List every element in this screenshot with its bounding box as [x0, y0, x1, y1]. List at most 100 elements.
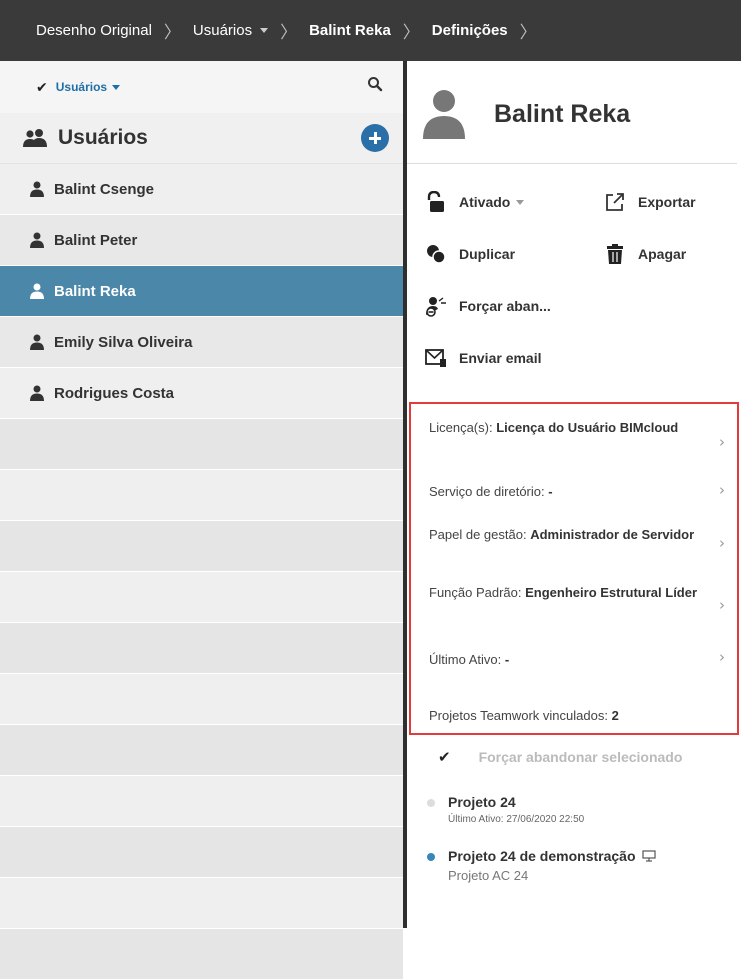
user-name: Emily Silva Oliveira: [54, 333, 193, 351]
activated-dropdown[interactable]: Ativado: [425, 191, 525, 213]
project-title: Projeto 24 de demonstração: [448, 848, 636, 864]
empty-row: [0, 674, 403, 725]
check-icon[interactable]: ✔: [438, 748, 451, 766]
license-value: Licença do Usuário BIMcloud: [496, 420, 679, 435]
chevron-down-icon: [112, 84, 121, 90]
empty-row: [0, 623, 403, 674]
breadcrumb-separator-icon: 〉: [163, 23, 181, 43]
breadcrumb-label: Usuários: [192, 22, 253, 39]
user-header: Balint Reka: [407, 61, 737, 164]
empty-row: [0, 419, 403, 470]
send-email-label: Enviar email: [459, 350, 542, 366]
chevron-right-icon[interactable]: ›: [719, 534, 725, 552]
person-icon: [30, 181, 44, 197]
linked-projects-value: 2: [611, 708, 619, 723]
monitor-icon: [641, 850, 656, 862]
user-name: Balint Reka: [54, 282, 136, 300]
directory-row[interactable]: Serviço de diretório: -: [429, 482, 719, 501]
breadcrumb: Desenho Original 〉 Usuários 〉 Balint Rek…: [0, 0, 741, 61]
chevron-right-icon[interactable]: ›: [719, 433, 725, 451]
force-leave-selected-button[interactable]: Forçar abandonar selecionado: [479, 749, 683, 765]
chevron-right-icon[interactable]: ›: [719, 596, 725, 614]
person-icon: [30, 283, 44, 299]
delete-button[interactable]: Apagar: [604, 243, 686, 265]
user-name: Rodrigues Costa: [54, 384, 175, 402]
empty-row: [0, 878, 403, 929]
email-icon: [425, 349, 446, 367]
user-list-item[interactable]: Balint Peter: [0, 215, 403, 266]
person-icon: [30, 385, 44, 401]
delete-label: Apagar: [638, 246, 687, 262]
users-section-header: Usuários: [0, 113, 403, 164]
project-list-item[interactable]: Projeto 24 Último Ativo: 27/06/2020 22:5…: [427, 794, 585, 825]
breadcrumb-separator-icon: 〉: [402, 23, 420, 43]
empty-row: [0, 929, 403, 980]
last-active-label: Último Ativo:: [429, 652, 505, 667]
unlock-icon: [427, 191, 444, 212]
duplicate-button[interactable]: Duplicar: [425, 243, 515, 265]
user-list-item[interactable]: Balint Csenge: [0, 164, 403, 215]
force-leave-button[interactable]: Forçar aban...: [425, 295, 551, 317]
duplicate-label: Duplicar: [459, 246, 516, 262]
empty-row: [0, 725, 403, 776]
project-title: Projeto 24: [448, 794, 516, 810]
person-icon: [30, 334, 44, 350]
default-role-row[interactable]: Função Padrão: Engenheiro Estrutural Líd…: [429, 583, 719, 602]
management-role-row[interactable]: Papel de gestão: Administrador de Servid…: [429, 525, 719, 544]
user-details-panel: Balint Reka Ativado Exportar Duplicar Ap…: [407, 61, 741, 928]
last-active-value: -: [504, 652, 510, 667]
management-value: Administrador de Servidor: [530, 527, 695, 542]
license-label: Licença(s):: [429, 420, 497, 435]
send-email-button[interactable]: Enviar email: [425, 347, 542, 369]
linked-projects-row: Projetos Teamwork vinculados: 2: [429, 706, 719, 725]
user-list-item[interactable]: Rodrigues Costa: [0, 368, 403, 419]
empty-row: [0, 827, 403, 878]
user-list: Balint Csenge Balint Peter Balint Reka E…: [0, 164, 403, 980]
license-row[interactable]: Licença(s): Licença do Usuário BIMcloud: [429, 418, 719, 437]
user-list-item-selected[interactable]: Balint Reka: [0, 266, 403, 317]
force-leave-icon: [426, 297, 446, 317]
project-list-item[interactable]: Projeto 24 de demonstração Projeto AC 24: [427, 848, 656, 883]
filter-label: Usuários: [55, 80, 108, 94]
empty-row: [0, 470, 403, 521]
directory-label: Serviço de diretório:: [429, 484, 549, 499]
force-leave-label: Forçar aban...: [459, 298, 551, 314]
section-title: Usuários: [58, 126, 148, 149]
default-role-value: Engenheiro Estrutural Líder: [525, 585, 698, 600]
breadcrumb-separator-icon: 〉: [519, 23, 537, 43]
chevron-right-icon[interactable]: ›: [719, 648, 725, 666]
project-subtitle: Projeto AC 24: [448, 868, 529, 883]
breadcrumb-item-usuarios[interactable]: Usuários: [192, 22, 269, 39]
breadcrumb-item-definicoes[interactable]: Definições: [432, 22, 508, 39]
person-icon: [30, 232, 44, 248]
export-button[interactable]: Exportar: [604, 191, 696, 213]
export-label: Exportar: [638, 194, 696, 210]
user-list-item[interactable]: Emily Silva Oliveira: [0, 317, 403, 368]
breadcrumb-item-desenho-original[interactable]: Desenho Original: [36, 22, 152, 39]
chevron-down-icon[interactable]: [260, 28, 269, 33]
linked-projects-label: Projetos Teamwork vinculados:: [429, 708, 612, 723]
user-name: Balint Csenge: [54, 180, 155, 198]
directory-value: -: [548, 484, 553, 499]
chevron-right-icon[interactable]: ›: [719, 481, 725, 499]
chevron-down-icon: [516, 199, 525, 205]
avatar: [423, 90, 465, 139]
last-active-row[interactable]: Último Ativo: -: [429, 650, 719, 669]
activated-label: Ativado: [459, 194, 511, 210]
breadcrumb-separator-icon: 〉: [280, 23, 298, 43]
project-title-row: Projeto 24 de demonstração: [448, 848, 656, 864]
project-subtitle: Último Ativo: 27/06/2020 22:50: [448, 814, 585, 825]
breadcrumb-item-user[interactable]: Balint Reka: [309, 22, 391, 39]
users-sidebar: ✔ Usuários Usuários Balint Csenge Balint…: [0, 61, 403, 980]
user-info-box: Licença(s): Licença do Usuário BIMcloud …: [409, 402, 739, 735]
default-role-label: Função Padrão:: [429, 585, 526, 600]
status-dot: [427, 853, 435, 861]
empty-row: [0, 776, 403, 827]
force-leave-selected-row: ✔ Forçar abandonar selecionado: [438, 748, 682, 766]
empty-row: [0, 572, 403, 623]
filter-dropdown[interactable]: ✔ Usuários: [0, 61, 403, 113]
export-icon: [606, 193, 624, 211]
add-user-button[interactable]: [361, 124, 389, 152]
search-icon[interactable]: [367, 76, 383, 92]
user-title: Balint Reka: [494, 100, 631, 128]
